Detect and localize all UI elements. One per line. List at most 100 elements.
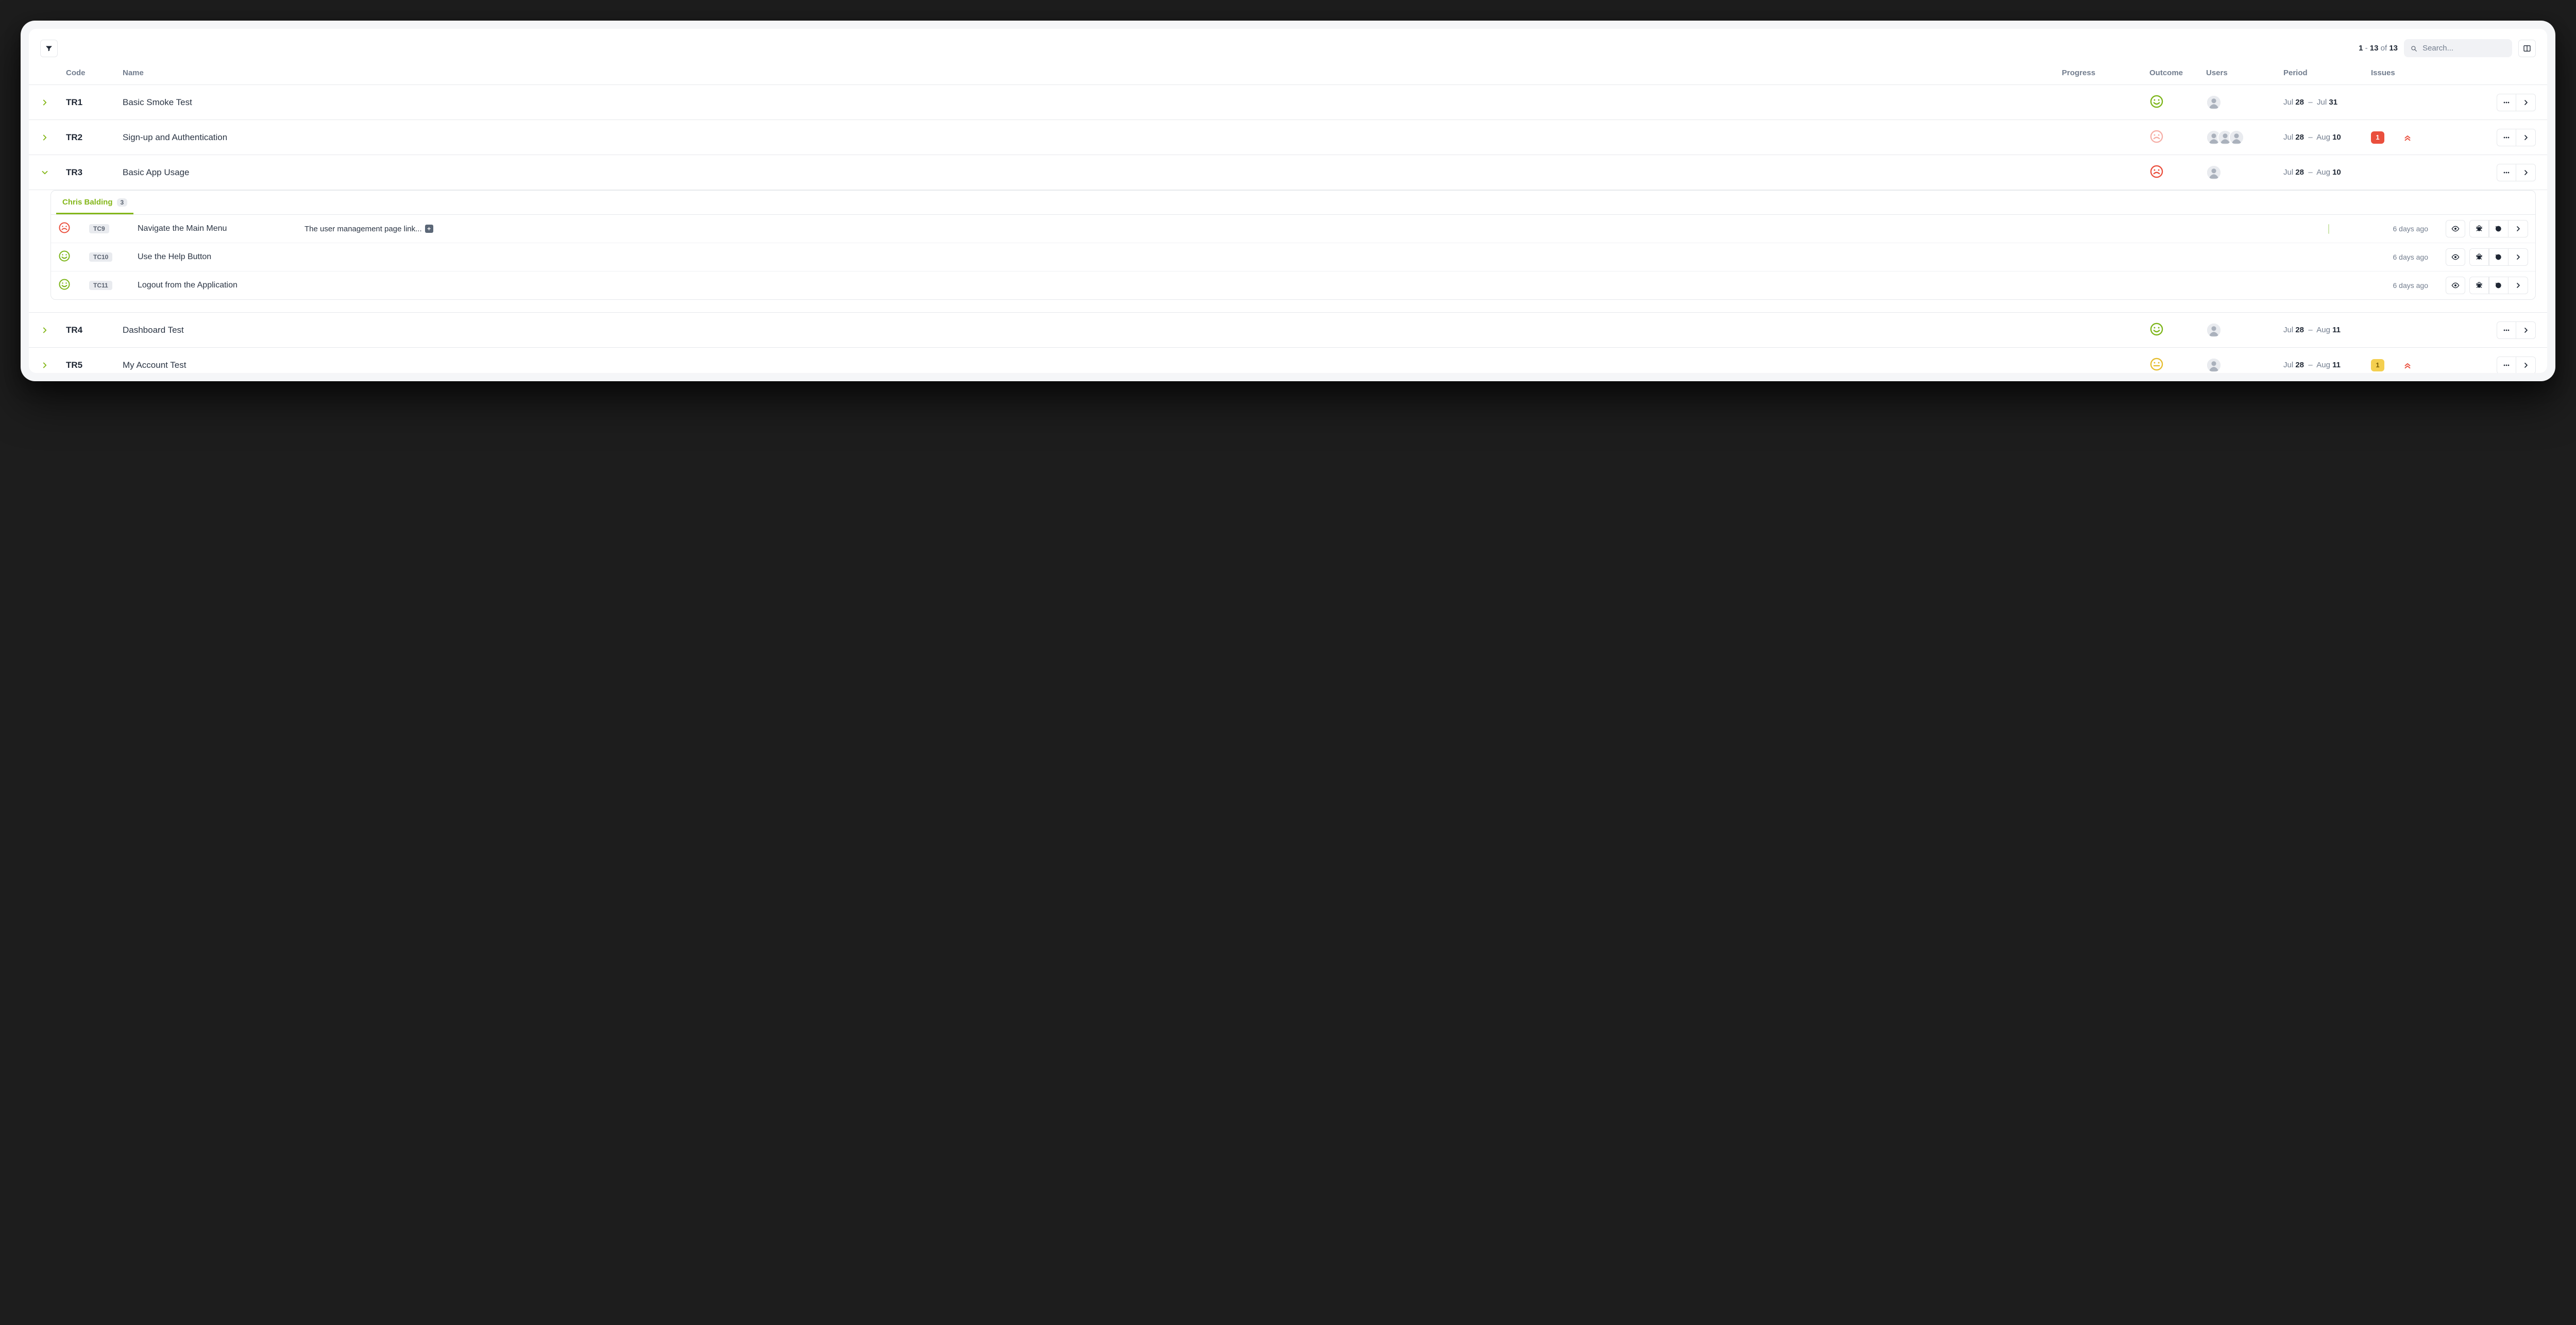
expand-toggle[interactable] [40,326,49,335]
more-button[interactable] [2497,94,2516,111]
run-code: TR1 [66,97,123,108]
columns-button[interactable] [2518,40,2536,57]
case-row[interactable]: TC10 Use the Help Button 6 days ago [51,243,2535,271]
view-button[interactable] [2446,277,2465,294]
outcome-face-icon [58,278,71,291]
run-name: Sign-up and Authentication [123,132,2062,143]
run-name: Dashboard Test [123,325,2062,335]
table-header: Code Name Progress Outcome Users Period … [29,64,2547,85]
issue-count-badge[interactable]: 1 [2371,359,2384,371]
avatar[interactable] [2206,95,2222,110]
open-button[interactable] [2516,164,2536,181]
report-bug-button[interactable] [2469,248,2489,266]
case-row[interactable]: TC11 Logout from the Application 6 days … [51,271,2535,299]
report-bug-button[interactable] [2469,277,2489,294]
open-button[interactable] [2516,356,2536,373]
more-icon [2502,326,2511,334]
user-avatars [2206,130,2283,145]
case-outcome [58,278,87,293]
user-avatars [2206,358,2283,373]
search-input[interactable] [2421,43,2506,53]
run-code: TR2 [66,132,123,143]
col-name[interactable]: Name [123,69,2062,77]
expand-toggle[interactable] [40,98,49,107]
more-button[interactable] [2497,321,2516,339]
table-row[interactable]: TR3 Basic App Usage 100% Jul 28 – Aug 10 [29,155,2547,190]
columns-icon [2523,44,2531,53]
more-icon [2502,98,2511,107]
avatar[interactable] [2229,130,2244,145]
run-name: Basic Smoke Test [123,97,2062,108]
avatar[interactable] [2206,358,2222,373]
chevron-right-icon [2522,133,2530,142]
outcome-face-icon [2149,357,2164,371]
comment-icon [2495,225,2503,233]
more-button[interactable] [2497,129,2516,146]
open-button[interactable] [2516,321,2536,339]
chevron-down-icon [40,168,49,177]
table-row[interactable]: TR5 My Account Test 80% Jul 28 – Aug 11 … [29,348,2547,373]
comment-button[interactable] [2489,220,2509,237]
run-code: TR4 [66,325,123,335]
table-row[interactable]: TR1 Basic Smoke Test 100% Jul 28 – Jul 3… [29,85,2547,120]
period-cell: Jul 28 – Aug 10 [2283,168,2371,177]
table-row[interactable]: TR4 Dashboard Test 100% Jul 28 – Aug 11 [29,313,2547,348]
row-actions [2448,94,2536,111]
col-code[interactable]: Code [66,69,123,77]
attachment-thumb-icon[interactable] [2328,224,2329,234]
comment-button[interactable] [2489,277,2509,294]
col-issues[interactable]: Issues [2371,69,2448,77]
avatar[interactable] [2206,322,2222,338]
expand-toggle[interactable] [40,361,49,370]
search-field[interactable] [2404,39,2512,57]
outcome-face-icon [58,250,71,262]
open-button[interactable] [2516,129,2536,146]
report-bug-button[interactable] [2469,220,2489,237]
filter-button[interactable] [40,40,58,57]
case-outcome [58,222,87,236]
view-button[interactable] [2446,220,2465,237]
assignee-tabs: Chris Balding 3 [51,191,2535,215]
case-code: TC10 [89,252,112,262]
outcome-face-icon [2149,322,2164,336]
expand-note-icon[interactable]: + [425,225,433,233]
outcome-face-icon [2149,129,2164,144]
user-avatars [2206,95,2283,110]
outcome-cell [2149,129,2206,146]
open-button[interactable] [2516,94,2536,111]
eye-icon [2451,253,2460,261]
chevron-right-icon [40,98,49,107]
avatar[interactable] [2206,165,2222,180]
bug-icon [2475,281,2483,290]
toolbar: 1 - 13 of 13 [29,29,2547,64]
issue-count-badge[interactable]: 1 [2371,131,2384,144]
row-actions [2448,164,2536,181]
open-case-button[interactable] [2509,248,2528,266]
more-button[interactable] [2497,164,2516,181]
case-row[interactable]: TC9 Navigate the Main Menu The user mana… [51,215,2535,243]
col-users[interactable]: Users [2206,69,2283,77]
outcome-face-icon [2149,164,2164,179]
case-code: TC9 [89,224,109,233]
row-actions [2448,356,2536,373]
expand-toggle[interactable] [40,168,49,177]
expanded-panel: Chris Balding 3 TC9 Navigate the Main Me… [29,190,2547,313]
period-cell: Jul 28 – Aug 10 [2283,133,2371,142]
comment-button[interactable] [2489,248,2509,266]
table-row[interactable]: TR2 Sign-up and Authentication 70.4% Jul… [29,120,2547,155]
col-outcome[interactable]: Outcome [2149,69,2206,77]
view-button[interactable] [2446,248,2465,266]
case-code: TC11 [89,281,112,290]
assignee-tab[interactable]: Chris Balding 3 [56,191,133,214]
comment-icon [2495,281,2503,290]
eye-icon [2451,225,2460,233]
case-actions [2430,248,2528,266]
col-progress[interactable]: Progress [2062,69,2149,77]
more-icon [2502,361,2511,369]
col-period[interactable]: Period [2283,69,2371,77]
expand-toggle[interactable] [40,133,49,142]
open-case-button[interactable] [2509,220,2528,237]
open-case-button[interactable] [2509,277,2528,294]
chevron-right-icon [40,326,49,335]
more-button[interactable] [2497,356,2516,373]
